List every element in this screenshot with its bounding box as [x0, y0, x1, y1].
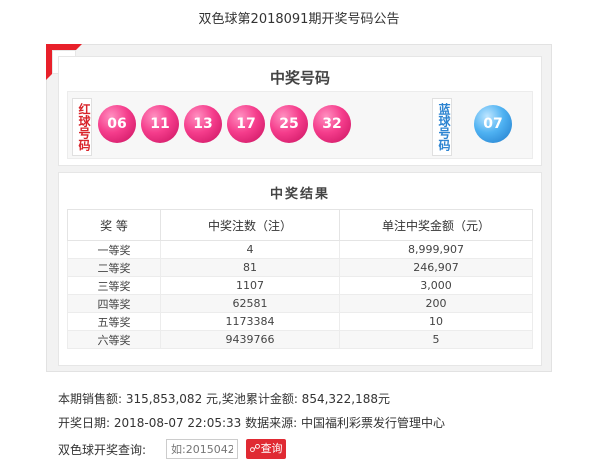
issue-number-input[interactable] [166, 439, 238, 459]
table-row: 六等奖 9439766 5 [67, 330, 533, 349]
page-title: 双色球第2018091期开奖号码公告 [198, 12, 400, 27]
prize-table: 奖 等 中奖注数（注） 单注中奖金额（元） 一等奖 4 8,999,907 二等… [67, 209, 533, 349]
prize-level: 四等奖 [67, 294, 161, 313]
winning-numbers-title: 中奖号码 [269, 69, 330, 87]
prize-amount: 200 [339, 294, 533, 313]
prize-results-title: 中奖结果 [269, 187, 330, 202]
red-ball-5: 25 [270, 105, 308, 143]
prize-level: 三等奖 [67, 276, 161, 295]
query-label: 双色球开奖查询: [58, 443, 147, 457]
sales-info: 本期销售额: 315,853,082 元,奖池累计金额: 854,322,188… [58, 392, 391, 406]
table-row: 五等奖 1173384 10 [67, 312, 533, 331]
table-row: 三等奖 1107 3,000 [67, 276, 533, 295]
winner-count: 81 [160, 258, 340, 277]
prize-amount: 5 [339, 330, 533, 349]
query-button[interactable]: ☍查询 [246, 439, 286, 459]
winning-numbers-box: 中奖号码 红球号码 06 11 13 17 25 32 蓝球号码 07 [58, 56, 542, 166]
table-header-row: 奖 等 中奖注数（注） 单注中奖金额（元） [67, 209, 533, 241]
winner-count: 4 [160, 240, 340, 259]
header-level: 奖 等 [67, 209, 161, 241]
red-ball-2: 11 [141, 105, 179, 143]
red-ball-4: 17 [227, 105, 265, 143]
header-count: 中奖注数（注） [160, 209, 340, 241]
winner-count: 1173384 [160, 312, 340, 331]
red-ball-label: 红球号码 [72, 98, 92, 156]
prize-results-box: 中奖结果 奖 等 中奖注数（注） 单注中奖金额（元） 一等奖 4 8,999,9… [58, 172, 542, 366]
prize-level: 二等奖 [67, 258, 161, 277]
blue-ball-label: 蓝球号码 [432, 98, 452, 156]
prize-amount: 8,999,907 [339, 240, 533, 259]
prize-level: 五等奖 [67, 312, 161, 331]
search-icon: ☍ [249, 442, 261, 455]
blue-ball: 07 [474, 105, 512, 143]
header-amount: 单注中奖金额（元） [339, 209, 533, 241]
winner-count: 62581 [160, 294, 340, 313]
balls-row: 红球号码 06 11 13 17 25 32 蓝球号码 07 [67, 91, 533, 159]
prize-amount: 3,000 [339, 276, 533, 295]
table-row: 二等奖 81 246,907 [67, 258, 533, 277]
prize-level: 六等奖 [67, 330, 161, 349]
prize-amount: 246,907 [339, 258, 533, 277]
date-source-info: 开奖日期: 2018-08-07 22:05:33 数据来源: 中国福利彩票发行… [58, 416, 445, 430]
table-row: 一等奖 4 8,999,907 [67, 240, 533, 259]
prize-level: 一等奖 [67, 240, 161, 259]
red-ball-3: 13 [184, 105, 222, 143]
prize-amount: 10 [339, 312, 533, 331]
winner-count: 1107 [160, 276, 340, 295]
red-ball-1: 06 [98, 105, 136, 143]
winner-count: 9439766 [160, 330, 340, 349]
table-row: 四等奖 62581 200 [67, 294, 533, 313]
red-ball-6: 32 [313, 105, 351, 143]
query-button-label: 查询 [260, 442, 283, 455]
